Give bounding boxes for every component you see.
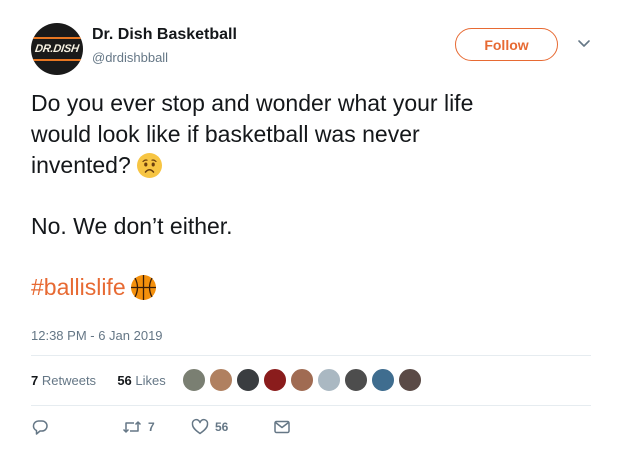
tweet-stats: 7 Retweets 56 Likes: [31, 373, 166, 388]
tweet-line: invented?: [31, 152, 131, 178]
author-handle[interactable]: @drdishbball: [92, 50, 168, 65]
tweet-line: would look like if basketball was never: [31, 121, 420, 147]
divider: [31, 405, 591, 406]
reply-button[interactable]: [31, 417, 55, 437]
retweet-button[interactable]: 7: [122, 417, 155, 437]
tweet-timestamp[interactable]: 12:38 PM - 6 Jan 2019: [31, 328, 163, 343]
liker-avatar[interactable]: [182, 368, 206, 392]
basketball-emoji-icon: [130, 275, 156, 300]
worried-face-emoji-icon: [136, 153, 162, 178]
retweets-label[interactable]: Retweets: [42, 373, 96, 388]
author-avatar[interactable]: DR.DISH: [31, 23, 83, 75]
direct-message-button[interactable]: [273, 417, 291, 437]
retweet-count: 7: [148, 420, 155, 434]
likes-label[interactable]: Likes: [135, 373, 165, 388]
envelope-icon: [274, 420, 290, 434]
likes-count[interactable]: 56: [117, 373, 131, 388]
tweet-hashtag-line: #ballislife: [31, 272, 591, 303]
reply-icon: [32, 420, 48, 435]
avatar-stripe: [31, 37, 83, 39]
liker-avatar[interactable]: [317, 368, 341, 392]
liker-avatar[interactable]: [371, 368, 395, 392]
hashtag-link[interactable]: #ballislife: [31, 274, 126, 300]
like-count: 56: [215, 420, 229, 434]
liker-avatar[interactable]: [398, 368, 422, 392]
tweet-line: Do you ever stop and wonder what your li…: [31, 90, 474, 116]
tweet-line-with-emoji: invented?: [31, 150, 591, 181]
liker-avatar[interactable]: [290, 368, 314, 392]
tweet-second-paragraph: No. We don’t either.: [31, 213, 233, 239]
liker-avatar[interactable]: [209, 368, 233, 392]
avatar-stripe: [31, 59, 83, 61]
avatar-logo-text: DR.DISH: [34, 43, 80, 55]
liker-avatar[interactable]: [344, 368, 368, 392]
liker-avatar[interactable]: [263, 368, 287, 392]
tweet-text: Do you ever stop and wonder what your li…: [31, 88, 591, 303]
divider: [31, 355, 591, 356]
like-button[interactable]: 56: [191, 417, 228, 437]
liker-avatar[interactable]: [236, 368, 260, 392]
chevron-down-icon[interactable]: [577, 37, 591, 51]
follow-button[interactable]: Follow: [455, 28, 558, 61]
heart-icon: [191, 418, 209, 435]
retweet-icon: [122, 421, 142, 433]
retweets-count[interactable]: 7: [31, 373, 38, 388]
author-name[interactable]: Dr. Dish Basketball: [92, 26, 237, 44]
